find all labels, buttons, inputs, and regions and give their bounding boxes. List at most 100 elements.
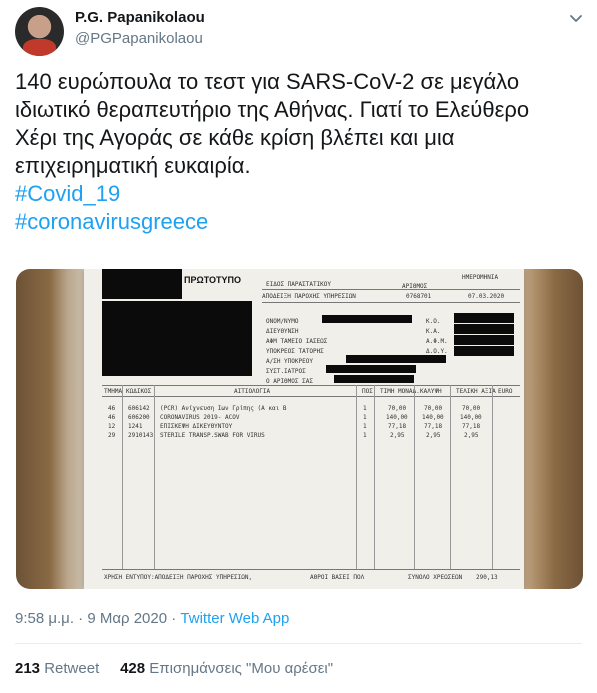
retweet-stat[interactable]: 213 Retweet	[15, 660, 99, 677]
retweet-label: Retweet	[44, 660, 100, 677]
receipt-field: ΣΥΣΤ.ΙΑΤΡΟΣ	[266, 368, 306, 375]
receipt-field: Κ.Ο.	[426, 318, 441, 325]
tweet-date[interactable]: 9 Μαρ 2020	[87, 610, 167, 627]
receipt-footer-total: 290,13	[476, 574, 498, 581]
redaction-block	[102, 269, 182, 299]
receipt-field: ΟΝΟΜ/ΝΥΜΟ	[266, 318, 299, 325]
receipt-col-header: EURO	[498, 388, 513, 395]
receipt-cell: 2,95	[390, 432, 405, 439]
likes-stat[interactable]: 428 Επισημάνσεις "Μου αρέσει"	[120, 660, 333, 677]
tweet-line: Χέρι της Αγοράς σε κάθε κρίση βλέπει και…	[15, 125, 455, 150]
receipt-paper: ΠΡΩΤΟΤΥΠΟ ΕΙΔΟΣ ΠΑΡΑΣΤΑΤΙΚΟΥ ΑΠΟΔΕΙΞΗ ΠΑ…	[84, 269, 524, 589]
receipt-col-rule	[356, 385, 357, 569]
receipt-footer-total-label: ΣΥΝΟΛΟ ΧΡΕΩΣΕΩΝ	[408, 574, 463, 581]
receipt-field: Α/ΣΗ ΥΠΟΚΡΕΟΥ	[266, 358, 313, 365]
receipt-col-header: ΚΩΔΙΚΟΣ	[126, 388, 152, 395]
hashtag-link[interactable]: #Covid_19	[15, 180, 585, 208]
retweet-count: 213	[15, 660, 41, 677]
receipt-footer-left: ΧΡΗΣΗ ΕΝΤΥΠΟΥ:ΑΠΟΔΕΙΞΗ ΠΑΡΟΧΗΣ ΥΠΗΡΕΣΙΩΝ…	[104, 574, 253, 581]
receipt-cell: 1241	[128, 423, 143, 430]
meta-separator: ·	[78, 610, 84, 627]
receipt-cell: 29	[108, 432, 116, 439]
receipt-number: 0768701	[406, 293, 432, 300]
receipt-footer-mid: ΑΘΡΟΙ ΒΑΣΕΙ ΠΟΛ	[310, 574, 365, 581]
receipt-rule	[102, 569, 520, 570]
hashtag-link[interactable]: #coronavirusgreece	[15, 208, 585, 236]
redaction-block	[326, 365, 416, 373]
receipt-rule	[262, 289, 520, 290]
meta-separator: ·	[171, 610, 177, 627]
avatar-shirt	[23, 39, 56, 56]
redaction-block	[454, 335, 514, 345]
redaction-block	[334, 375, 414, 383]
tweet-source-link[interactable]: Twitter Web App	[180, 610, 289, 627]
receipt-date-label: ΗΜΕΡΟΜΗΝΙΑ	[462, 274, 499, 281]
author-handle[interactable]: @PGPapanikolaou	[75, 30, 203, 47]
redaction-block	[346, 355, 446, 363]
receipt-cell: 606142	[128, 405, 150, 412]
receipt-cell: 1	[363, 423, 367, 430]
receipt-cell: 12	[108, 423, 116, 430]
tweet-photo[interactable]: ΠΡΩΤΟΤΥΠΟ ΕΙΔΟΣ ΠΑΡΑΣΤΑΤΙΚΟΥ ΑΠΟΔΕΙΞΗ ΠΑ…	[16, 269, 583, 589]
receipt-doc-desc: ΑΠΟΔΕΙΞΗ ΠΑΡΟΧΗΣ ΥΠΗΡΕΣΙΩΝ	[262, 293, 356, 300]
receipt-field: ΥΠΟΚΡΕΟΣ ΤΑΤΟΡΗΣ	[266, 348, 324, 355]
tweet-text: 140 ευρώπουλα το τεστ για SARS-CoV-2 σε …	[15, 68, 585, 236]
receipt-cell: 2910143	[128, 432, 154, 439]
tweet-stats: 213 Retweet 428 Επισημάνσεις "Μου αρέσει…	[15, 660, 333, 677]
receipt-cell: ΕΠΙΣΚΕΨΗ ΔΙΚΕΥΘΥΝΤΟΥ	[160, 423, 233, 430]
receipt-cell: 46	[108, 414, 116, 421]
receipt-col-rule	[122, 385, 123, 569]
avatar[interactable]	[15, 7, 64, 56]
receipt-cell: 77,18	[462, 423, 481, 430]
receipt-cell: 70,00	[388, 405, 407, 412]
receipt-col-rule	[492, 385, 493, 569]
receipt-col-rule	[450, 385, 451, 569]
tweet-line: 140 ευρώπουλα το τεστ για SARS-CoV-2 σε …	[15, 69, 520, 94]
receipt-col-header: ΑΙΤΙΟΛΟΓΙΑ	[234, 388, 271, 395]
receipt-cell: 46	[108, 405, 116, 412]
redaction-block	[322, 315, 412, 323]
redaction-block	[454, 324, 514, 334]
receipt-cell: 140,00	[422, 414, 444, 421]
receipt-field: Κ.Α.	[426, 328, 441, 335]
receipt-rule	[102, 396, 520, 397]
receipt-cell: 70,00	[462, 405, 481, 412]
receipt-cell: 1	[363, 405, 367, 412]
receipt-doc-type: ΕΙΔΟΣ ΠΑΡΑΣΤΑΤΙΚΟΥ	[266, 281, 332, 288]
receipt-cell: 2,95	[426, 432, 441, 439]
receipt-col-rule	[154, 385, 155, 569]
redaction-block	[454, 313, 514, 323]
receipt-field: Ο ΑΡΙΘΜΟΣ ΣΑΣ	[266, 378, 313, 385]
tweet-line: επιχειρηματική ευκαιρία.	[15, 153, 251, 178]
likes-label: Επισημάνσεις "Μου αρέσει"	[149, 660, 334, 677]
receipt-field: Α.Φ.Μ.	[426, 338, 448, 345]
receipt-col-header: ΤΜΗΜΑ	[104, 388, 123, 395]
receipt-col-rule	[414, 385, 415, 569]
likes-count: 428	[120, 660, 146, 677]
receipt-cell: 77,18	[388, 423, 407, 430]
receipt-original-label: ΠΡΩΤΟΤΥΠΟ	[184, 275, 242, 285]
receipt-cell: 1	[363, 432, 367, 439]
receipt-cell: 606200	[128, 414, 150, 421]
receipt-cell: 140,00	[460, 414, 482, 421]
receipt-col-rule	[374, 385, 375, 569]
receipt-field: ΑΦΜ ΤΑΜΕΙΟ ΙΑΣΕΩΣ	[266, 338, 328, 345]
receipt-rule	[262, 302, 520, 303]
divider	[15, 643, 582, 644]
receipt-cell: 77,18	[424, 423, 443, 430]
tweet-line: ιδιωτικό θεραπευτήριο της Αθήνας. Γιατί …	[15, 97, 530, 122]
receipt-cell: (PCR) Ανίχνευση Ιων Γρίπης (Α και Β	[160, 405, 287, 412]
author-display-name[interactable]: P.G. Papanikolaou	[75, 9, 205, 26]
receipt-cell: CORONAVIRUS 2019- ΑCOV	[160, 414, 240, 421]
receipt-cell: STERILE TRANSP.SWAB FOR VIRUS	[160, 432, 265, 439]
redaction-block	[454, 346, 514, 356]
tweet-time[interactable]: 9:58 μ.μ.	[15, 610, 74, 627]
receipt-cell: 2,95	[464, 432, 479, 439]
receipt-field: ΔΙΕΥΘΥΝΣΗ	[266, 328, 299, 335]
receipt-cell: 1	[363, 414, 367, 421]
receipt-rule	[102, 385, 520, 386]
receipt-cell: 140,00	[386, 414, 408, 421]
redaction-block	[102, 301, 252, 376]
receipt-cell: 70,00	[424, 405, 443, 412]
chevron-down-icon[interactable]	[568, 10, 584, 26]
